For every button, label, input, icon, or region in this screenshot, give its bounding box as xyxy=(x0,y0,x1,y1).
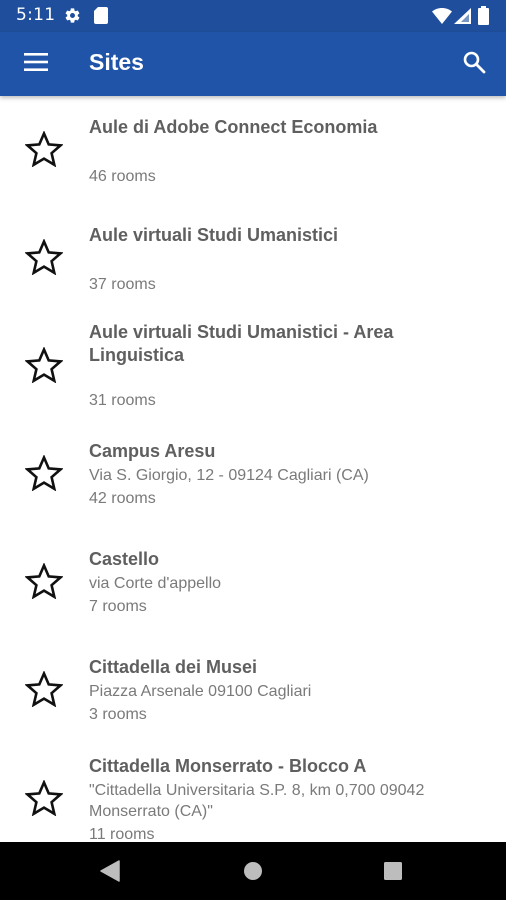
list-item-text: Aule virtuali Studi Umanistici 37 rooms xyxy=(89,224,490,312)
favorite-button[interactable] xyxy=(20,776,68,824)
list-item[interactable]: Castello via Corte d'appello 7 rooms xyxy=(0,530,506,638)
star-outline-icon xyxy=(24,561,64,604)
recents-icon[interactable] xyxy=(384,862,402,885)
star-outline-icon xyxy=(24,778,64,821)
site-address: "Cittadella Universitaria S.P. 8, km 0,7… xyxy=(89,782,425,820)
site-name: Aule virtuali Studi Umanistici xyxy=(89,225,339,245)
list-item-text: Castello via Corte d'appello 7 rooms xyxy=(89,548,490,628)
home-icon[interactable] xyxy=(243,861,263,886)
menu-icon xyxy=(24,52,48,76)
favorite-button[interactable] xyxy=(20,451,68,499)
star-outline-icon xyxy=(24,669,64,712)
favorite-button[interactable] xyxy=(20,667,68,715)
favorite-button[interactable] xyxy=(20,235,68,283)
site-address: Via S. Giorgio, 12 - 09124 Cagliari (CA) xyxy=(89,467,369,484)
gear-icon xyxy=(64,7,81,29)
star-outline-icon xyxy=(24,129,64,172)
wifi-icon xyxy=(432,8,452,29)
navigation-bar xyxy=(0,842,506,900)
app-bar: Sites xyxy=(0,32,506,96)
room-count: 37 rooms xyxy=(89,276,156,293)
list-item-text: Cittadella dei Musei Piazza Arsenale 091… xyxy=(89,656,490,736)
site-name: Aule di Adobe Connect Economia xyxy=(89,117,378,137)
star-outline-icon xyxy=(24,453,64,496)
room-count: 3 rooms xyxy=(89,706,147,723)
list-item[interactable]: Campus Aresu Via S. Giorgio, 12 - 09124 … xyxy=(0,422,506,530)
signal-icon xyxy=(454,8,471,29)
favorite-button[interactable] xyxy=(20,559,68,607)
screen: 5:11 Sites Aule di Adobe Connect Economi… xyxy=(0,0,506,900)
list-item[interactable]: Cittadella Monserrato - Blocco A "Cittad… xyxy=(0,738,506,842)
room-count: 42 rooms xyxy=(89,490,156,507)
star-outline-icon xyxy=(24,345,64,388)
list-item[interactable]: Cittadella dei Musei Piazza Arsenale 091… xyxy=(0,638,506,738)
room-count: 31 rooms xyxy=(89,392,156,409)
list-item[interactable]: Aule di Adobe Connect Economia 46 rooms xyxy=(0,96,506,204)
list-item[interactable]: Aule virtuali Studi Umanistici - Area Li… xyxy=(0,312,506,430)
list-item-text: Aule virtuali Studi Umanistici - Area Li… xyxy=(89,321,490,421)
room-count: 7 rooms xyxy=(89,598,147,615)
menu-button[interactable] xyxy=(12,40,60,88)
battery-icon xyxy=(478,6,489,30)
search-button[interactable] xyxy=(450,40,498,88)
favorite-button[interactable] xyxy=(20,343,68,391)
room-count: 46 rooms xyxy=(89,168,156,185)
list-item-text: Cittadella Monserrato - Blocco A "Cittad… xyxy=(89,755,490,842)
site-address: via Corte d'appello xyxy=(89,575,222,592)
site-name: Cittadella dei Musei xyxy=(89,657,258,677)
page-title: Sites xyxy=(89,49,144,75)
room-count: 11 rooms xyxy=(89,826,155,842)
back-icon[interactable] xyxy=(100,860,120,887)
list-item-text: Aule di Adobe Connect Economia 46 rooms xyxy=(89,116,490,204)
site-name: Campus Aresu xyxy=(89,441,216,461)
sd-card-icon xyxy=(94,7,108,29)
star-outline-icon xyxy=(24,237,64,280)
search-icon xyxy=(462,50,486,79)
site-name: Castello xyxy=(89,549,160,569)
favorite-button[interactable] xyxy=(20,127,68,175)
site-name: Aule virtuali Studi Umanistici - Area Li… xyxy=(89,322,394,365)
site-address: Piazza Arsenale 09100 Cagliari xyxy=(89,683,312,700)
list-item[interactable]: Aule virtuali Studi Umanistici 37 rooms xyxy=(0,204,506,312)
status-time: 5:11 xyxy=(16,5,56,25)
site-list: Aule di Adobe Connect Economia 46 rooms … xyxy=(0,96,506,842)
list-item-text: Campus Aresu Via S. Giorgio, 12 - 09124 … xyxy=(89,440,490,520)
site-name: Cittadella Monserrato - Blocco A xyxy=(89,756,367,776)
status-bar: 5:11 xyxy=(0,0,506,32)
